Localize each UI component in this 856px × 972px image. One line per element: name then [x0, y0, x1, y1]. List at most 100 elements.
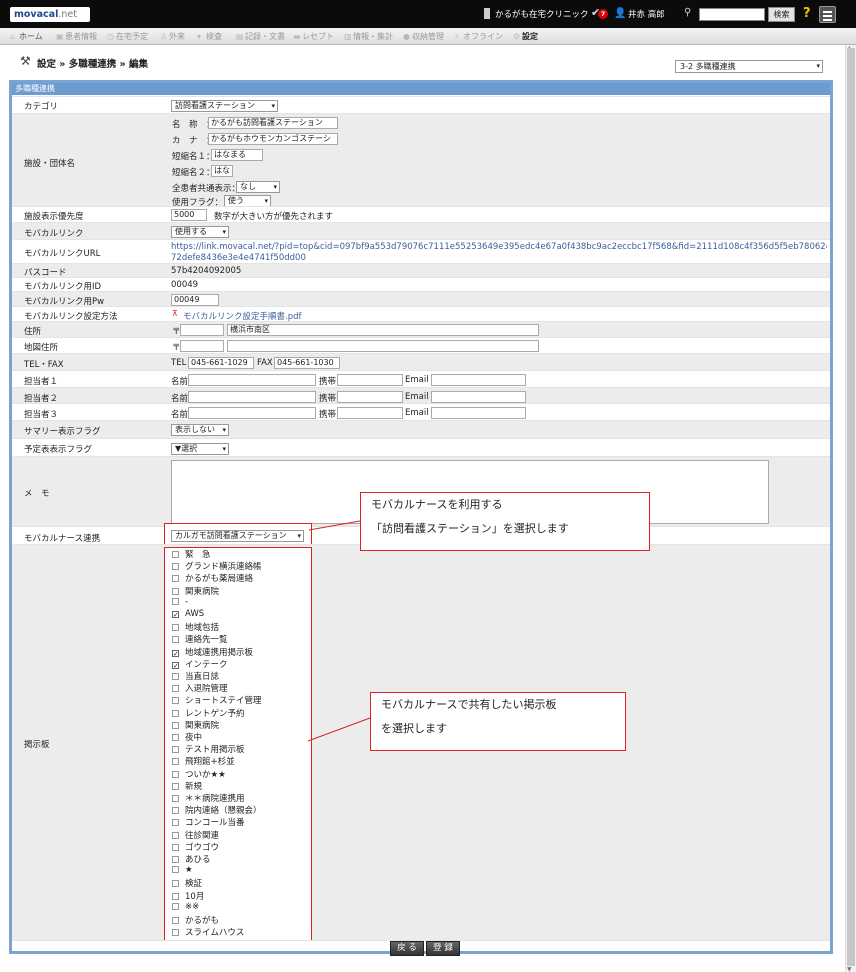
- board-item[interactable]: かるがも: [172, 914, 219, 926]
- contact1-email-input[interactable]: [431, 374, 526, 386]
- board-item[interactable]: グランド横浜連絡帳: [172, 560, 262, 572]
- page-scrollbar[interactable]: ▲ ▼: [845, 45, 856, 972]
- nav-settings[interactable]: ⚙ 設定: [513, 31, 538, 42]
- board-item[interactable]: 地域包括: [172, 621, 219, 633]
- checkbox-unchecked[interactable]: [172, 902, 179, 910]
- checkbox-unchecked[interactable]: [172, 746, 179, 754]
- checkbox-unchecked[interactable]: [172, 709, 179, 717]
- checkbox-unchecked[interactable]: [172, 587, 179, 595]
- board-item[interactable]: かるがも薬局連絡: [172, 572, 253, 584]
- user-name[interactable]: 井赤 高郎: [628, 8, 665, 20]
- nav-patient-info[interactable]: ▣患者情報: [56, 31, 97, 42]
- contact3-email-input[interactable]: [431, 407, 526, 419]
- board-item[interactable]: ※※: [172, 902, 199, 914]
- checkbox-unchecked[interactable]: [172, 551, 179, 558]
- short-name2-input[interactable]: はな: [211, 165, 233, 177]
- board-item[interactable]: レントゲン予約: [172, 707, 245, 719]
- checkbox-unchecked[interactable]: [172, 929, 179, 937]
- checkbox-unchecked[interactable]: [172, 831, 179, 839]
- board-item[interactable]: 関東病院: [172, 719, 219, 731]
- contact2-mobile-input[interactable]: [337, 391, 403, 403]
- common-display-select[interactable]: なし: [236, 181, 280, 193]
- nav-offline[interactable]: ⚡ オフライン: [454, 31, 503, 42]
- board-item[interactable]: 飛翔館+杉並: [172, 755, 235, 767]
- board-item[interactable]: 連絡先一覧: [172, 633, 228, 645]
- contact1-name-input[interactable]: [188, 374, 316, 386]
- link-pw-input[interactable]: 00049: [171, 294, 219, 306]
- facility-kana-input[interactable]: かるがもホウモンカンゴステーシ: [208, 133, 338, 145]
- board-item[interactable]: 往診関連: [172, 829, 219, 841]
- map-address-input[interactable]: [227, 340, 539, 352]
- board-item[interactable]: 検証: [172, 877, 202, 889]
- checkbox-unchecked[interactable]: [172, 892, 179, 900]
- short-name1-input[interactable]: はなまる: [211, 149, 263, 161]
- register-button[interactable]: 登 録: [426, 941, 460, 956]
- scroll-down-arrow-icon[interactable]: ▼: [847, 966, 852, 972]
- checkbox-unchecked[interactable]: [172, 866, 179, 874]
- notification-badge[interactable]: 7: [598, 9, 608, 19]
- scroll-thumb[interactable]: [847, 48, 855, 966]
- contact2-name-input[interactable]: [188, 391, 316, 403]
- nav-home-schedule[interactable]: ◷ 在宅予定: [107, 31, 148, 42]
- checkbox-unchecked[interactable]: [172, 636, 179, 644]
- board-item[interactable]: ★: [172, 865, 193, 877]
- checkbox-unchecked[interactable]: [172, 758, 179, 766]
- checkbox-unchecked[interactable]: [172, 563, 179, 571]
- checkbox-unchecked[interactable]: [172, 685, 179, 693]
- board-item[interactable]: 緊 急: [172, 548, 211, 560]
- board-item[interactable]: テスト用掲示板: [172, 743, 245, 755]
- checkbox-unchecked[interactable]: [172, 624, 179, 632]
- board-item[interactable]: スライムハウス: [172, 926, 244, 938]
- checkbox-unchecked[interactable]: [172, 880, 179, 888]
- checkbox-unchecked[interactable]: [172, 734, 179, 741]
- board-item[interactable]: コンコール当番: [172, 816, 245, 828]
- nav-test[interactable]: ▾ 検査: [197, 31, 222, 42]
- checkbox-unchecked[interactable]: [172, 807, 179, 815]
- nav-outpatient[interactable]: ♙ 外来: [160, 31, 185, 42]
- checkbox-unchecked[interactable]: [172, 575, 179, 583]
- contact2-email-input[interactable]: [431, 391, 526, 403]
- board-item[interactable]: 当直日誌: [172, 670, 219, 682]
- checkbox-checked[interactable]: ✓: [172, 661, 179, 669]
- nav-billing[interactable]: ● 収納管理: [403, 31, 444, 42]
- search-input[interactable]: [699, 8, 765, 21]
- facility-name-input[interactable]: かるがも訪問看護ステーション: [208, 117, 338, 129]
- back-button[interactable]: 戻 る: [390, 941, 424, 956]
- contact3-name-input[interactable]: [188, 407, 316, 419]
- checkbox-checked[interactable]: ✓: [172, 611, 179, 619]
- checkbox-unchecked[interactable]: [172, 843, 179, 851]
- fax-input[interactable]: 045-661-1030: [274, 357, 340, 369]
- checkbox-unchecked[interactable]: [172, 856, 179, 863]
- search-button[interactable]: 検索: [768, 7, 795, 22]
- nurse-link-select[interactable]: カルガモ訪問看護ステーション: [171, 530, 304, 542]
- address-input[interactable]: 横浜市南区: [227, 324, 539, 336]
- checkbox-unchecked[interactable]: [172, 697, 179, 705]
- mode-select[interactable]: 3-2 多職種連携: [675, 60, 823, 73]
- link-url-line2[interactable]: 72defe8436e3e4e4741f50dd00: [171, 253, 306, 263]
- map-zip-input[interactable]: [180, 340, 224, 352]
- board-item[interactable]: 院内連絡（懇親会）: [172, 804, 262, 816]
- checkbox-unchecked[interactable]: [172, 770, 179, 778]
- board-item[interactable]: ✓ AWS: [172, 609, 204, 621]
- movacal-logo[interactable]: movacal.net: [10, 7, 90, 22]
- checkbox-unchecked[interactable]: [172, 782, 179, 790]
- schedule-flag-select[interactable]: ▼選択: [171, 443, 229, 455]
- board-item[interactable]: 入退院管理: [172, 682, 228, 694]
- checkbox-unchecked[interactable]: [172, 721, 179, 729]
- board-item[interactable]: ＊＊病院連携用: [172, 792, 245, 804]
- contact1-mobile-input[interactable]: [337, 374, 403, 386]
- board-item[interactable]: 夜中: [172, 731, 202, 743]
- board-item[interactable]: ゴウゴウ: [172, 841, 219, 853]
- board-item[interactable]: ✓ インテーク: [172, 658, 228, 670]
- checkbox-unchecked[interactable]: [172, 597, 179, 605]
- board-item[interactable]: 10月: [172, 890, 204, 902]
- nav-receipt[interactable]: ▬レセプト: [293, 31, 334, 42]
- contact3-mobile-input[interactable]: [337, 407, 403, 419]
- nav-records[interactable]: ▤記録・文書: [236, 31, 285, 42]
- tel-input[interactable]: 045-661-1029: [188, 357, 254, 369]
- checkbox-unchecked[interactable]: [172, 819, 179, 827]
- checkbox-checked[interactable]: ✓: [172, 649, 179, 657]
- board-item[interactable]: 新規: [172, 780, 202, 792]
- help-icon[interactable]: ?: [803, 6, 811, 21]
- board-item[interactable]: ショートステイ管理: [172, 694, 262, 706]
